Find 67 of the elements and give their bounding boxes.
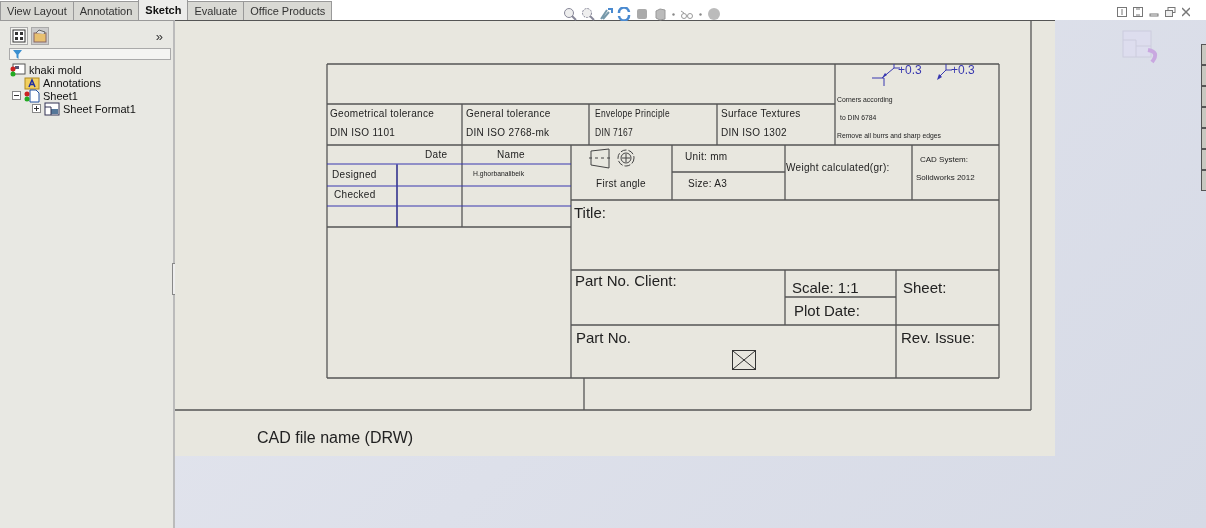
role-label: Designed (332, 169, 377, 180)
section-view-icon[interactable] (635, 7, 649, 21)
plot-date-label: Plot Date: (794, 303, 860, 320)
filter-icon (13, 49, 22, 59)
sheet-icon (24, 88, 40, 103)
title-label: Title: (574, 205, 606, 222)
appearance-icon[interactable] (707, 7, 721, 21)
feature-tree-tab-icon[interactable] (10, 27, 28, 45)
ribbon-tab[interactable]: Office Products (243, 1, 333, 20)
sheet-label: Sheet: (903, 280, 947, 297)
cad-system-label: CAD System: (920, 156, 968, 165)
tolerance-standard: DIN 7167 (595, 127, 633, 138)
part-no-client-label: Part No. Client: (575, 273, 677, 290)
scale-label: Scale: 1:1 (792, 280, 859, 297)
collapse-toggle-icon[interactable] (12, 91, 21, 100)
tolerance-standard: DIN ISO 2768-mk (466, 127, 550, 138)
part-no-label: Part No. (576, 330, 632, 347)
size-label: Size: A3 (688, 178, 728, 189)
tolerance-standard: DIN ISO 1101 (330, 127, 396, 138)
x-box-icon (732, 350, 756, 370)
tree-item[interactable]: Sheet1 (43, 89, 78, 102)
cad-system-value: Solidworks 2012 (916, 174, 975, 183)
tile-right-icon[interactable] (1133, 7, 1143, 17)
collapse-button[interactable]: » (155, 28, 163, 44)
tolerance-label: Envelope Principle (595, 108, 670, 119)
ribbon-tab[interactable]: Evaluate (187, 1, 245, 20)
rebuild-icon[interactable] (617, 7, 631, 21)
annotation-folder-icon (24, 75, 40, 90)
part-icon (10, 62, 26, 77)
expand-toggle-icon[interactable] (32, 104, 41, 113)
tolerance-label: Geometrical tolerance (330, 108, 435, 119)
rev-issue-label: Rev. Issue: (901, 330, 975, 347)
designer-name: H.ghorbanalibeik (473, 170, 525, 179)
tile-left-icon[interactable] (1117, 7, 1127, 17)
corner-note: Remove all burrs and sharp edges (837, 132, 941, 141)
projection-label: First angle (596, 178, 646, 189)
corner-tolerance: +0.3 (898, 64, 922, 78)
ribbon-tab[interactable]: Annotation (72, 1, 140, 20)
zoom-fit-icon[interactable] (563, 7, 577, 21)
tree-item[interactable]: Sheet Format1 (63, 102, 136, 115)
cad-file-name: CAD file name (DRW) (257, 429, 414, 447)
zoom-area-icon[interactable] (581, 7, 595, 21)
close-icon[interactable] (1182, 7, 1190, 17)
sheet-format-icon (44, 101, 60, 116)
corner-symbol-icon (872, 64, 900, 88)
ribbon-tab[interactable]: View Layout (0, 1, 74, 20)
corner-note: to DIN 6784 (840, 114, 877, 123)
tree-item[interactable]: Annotations (43, 76, 102, 89)
tree-item[interactable]: khaki mold (29, 63, 82, 76)
column-header: Date (425, 149, 448, 160)
weight-label: Weight calculated(gr): (786, 162, 890, 173)
ribbon-tab[interactable]: Sketch (138, 0, 189, 20)
column-header: Name (497, 149, 525, 160)
previous-view-icon[interactable] (599, 7, 613, 21)
unit-label: Unit: mm (685, 151, 728, 162)
tolerance-label: General tolerance (466, 108, 551, 119)
tolerance-standard: DIN ISO 1302 (721, 127, 787, 138)
task-pane-tabs[interactable] (1201, 44, 1206, 191)
tolerance-label: Surface Textures (721, 108, 801, 119)
corner-note: Corners according (837, 96, 893, 105)
restore-icon[interactable] (1165, 7, 1176, 17)
projection-symbol-icon (589, 148, 637, 170)
filter-field[interactable] (9, 48, 171, 60)
dropdown-icon[interactable] (671, 11, 676, 17)
role-label: Checked (334, 189, 376, 200)
corner-tolerance: +0.3 (951, 64, 975, 78)
dropdown-icon[interactable] (698, 11, 703, 17)
